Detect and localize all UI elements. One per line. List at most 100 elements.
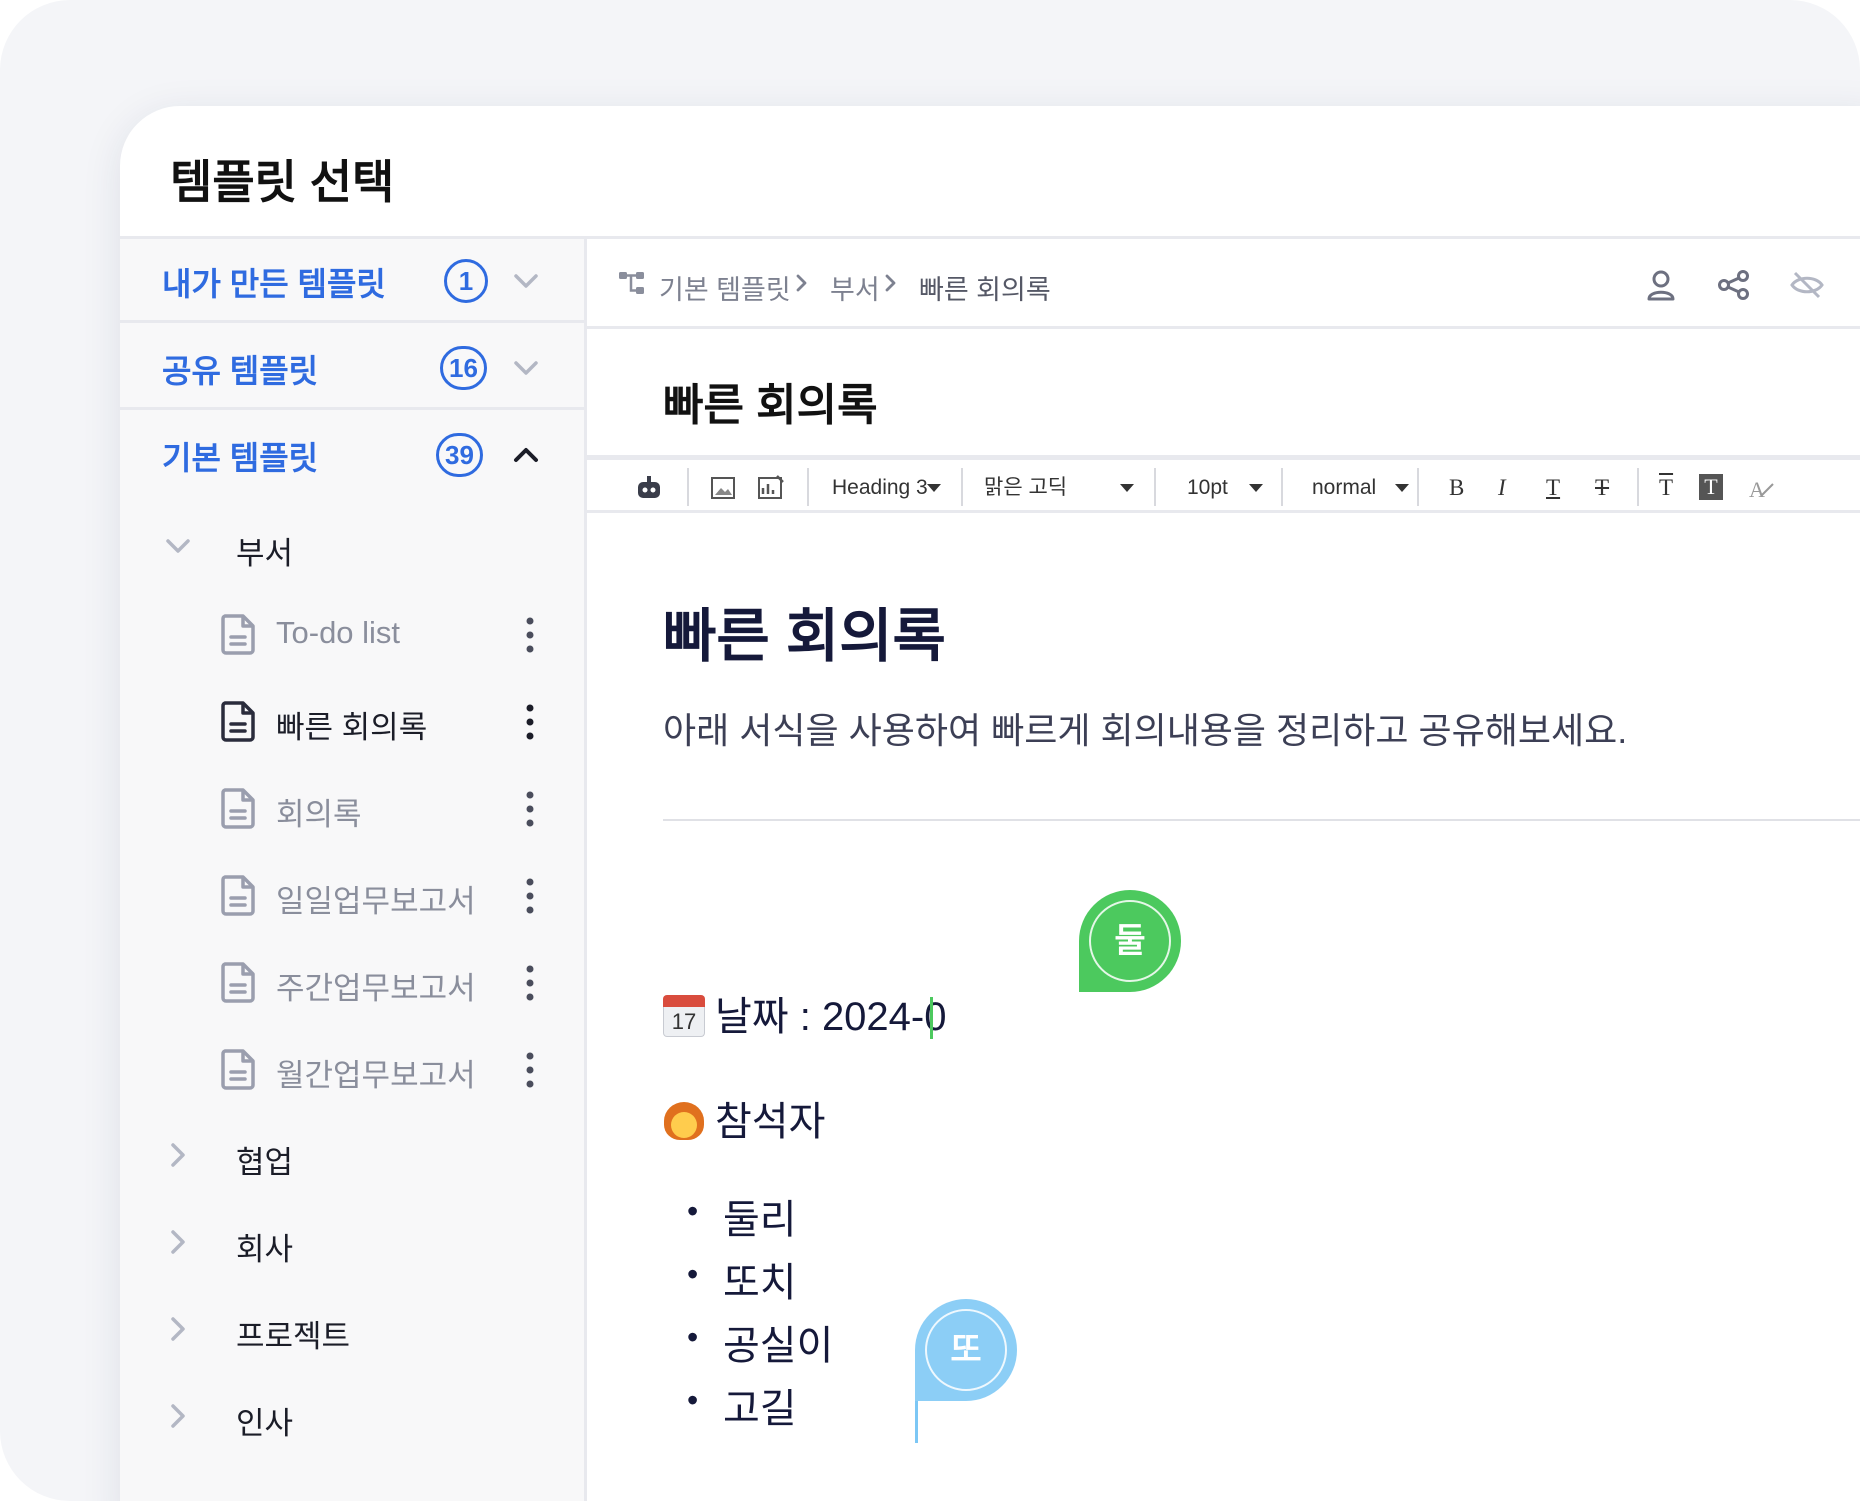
count-badge: 1 [444, 259, 488, 303]
more-options-icon[interactable] [520, 1050, 540, 1090]
section-basic-templates[interactable]: 기본 템플릿 39 [120, 413, 584, 497]
calendar-day: 17 [671, 1009, 697, 1035]
underline-button[interactable]: T [1546, 470, 1560, 506]
section-label: 기본 템플릿 [162, 440, 319, 476]
folder-label: 인사 [236, 1406, 294, 1441]
document-icon [221, 614, 255, 655]
image-icon[interactable] [710, 470, 736, 506]
list-item[interactable]: 둘리 [687, 1187, 797, 1245]
date-line[interactable]: 17 날짜 : 2024-0 [663, 984, 947, 1042]
template-label: 빠른 회의록 [276, 710, 428, 745]
document-title: 빠른 회의록 [663, 381, 878, 430]
caret-down-icon [927, 484, 941, 492]
document-icon [221, 701, 255, 742]
folder-hr[interactable]: 인사 [160, 1386, 560, 1446]
folder-collaboration[interactable]: 협업 [160, 1125, 560, 1185]
ai-bot-icon[interactable] [635, 470, 663, 506]
count-badge: 39 [436, 433, 483, 477]
template-item-monthly-report[interactable]: 월간업무보고서 [220, 1038, 570, 1098]
italic-button[interactable]: I [1498, 470, 1506, 506]
template-label: 회의록 [276, 797, 362, 832]
template-select-window: 템플릿 선택 내가 만든 템플릿 1 공유 템플릿 16 기본 템플릿 39 부… [120, 106, 1860, 1501]
collaborator-caret [915, 1401, 918, 1443]
person-icon [663, 1100, 705, 1142]
template-label: 월간업무보고서 [276, 1058, 476, 1093]
template-label: 일일업무보고서 [276, 884, 476, 919]
attendees-heading: 참석자 [663, 1089, 825, 1147]
collaborator-initial: 또 [925, 1309, 1007, 1391]
editor-description: 아래 서식을 사용하여 빠르게 회의내용을 정리하고 공유해보세요. [663, 710, 1628, 751]
chevron-down-icon[interactable] [508, 263, 544, 299]
more-options-icon[interactable] [520, 876, 540, 916]
editor-toolbar: Heading 3 맑은 고딕 10pt normal B I T T T T … [587, 455, 1860, 513]
template-label: To-do list [276, 615, 401, 650]
template-item-minutes[interactable]: 회의록 [220, 777, 570, 837]
date-text: 날짜 : 2024-0 [715, 995, 947, 1039]
bold-button[interactable]: B [1449, 470, 1464, 506]
list-item[interactable]: 고길 [687, 1376, 797, 1434]
document-icon [221, 962, 255, 1003]
chevron-up-icon[interactable] [508, 437, 544, 473]
svg-text:A: A [1749, 477, 1765, 502]
clear-format-icon[interactable]: A [1747, 470, 1775, 506]
template-item-todo[interactable]: To-do list [220, 603, 570, 663]
chevron-right-icon [796, 274, 807, 292]
more-options-icon[interactable] [520, 789, 540, 829]
folder-project[interactable]: 프로젝트 [160, 1299, 560, 1359]
template-item-daily-report[interactable]: 일일업무보고서 [220, 864, 570, 924]
breadcrumb-item[interactable]: 부서 [830, 268, 880, 307]
highlight-button[interactable]: T [1699, 474, 1723, 500]
folder-company[interactable]: 회사 [160, 1212, 560, 1272]
font-select[interactable]: 맑은 고딕 [984, 470, 1067, 506]
document-icon [221, 875, 255, 916]
list-item[interactable]: 또치 [687, 1250, 797, 1308]
caret-down-icon [1395, 484, 1409, 492]
template-item-weekly-report[interactable]: 주간업무보고서 [220, 951, 570, 1011]
template-label: 주간업무보고서 [276, 971, 476, 1006]
more-options-icon[interactable] [520, 702, 540, 742]
share-icon[interactable] [1716, 267, 1752, 303]
hide-icon[interactable] [1789, 267, 1825, 303]
toolbar-separator [1281, 468, 1283, 506]
template-item-quick-minutes[interactable]: 빠른 회의록 [220, 690, 570, 750]
breadcrumb-item[interactable]: 기본 템플릿 [659, 268, 791, 307]
user-icon[interactable] [1643, 267, 1679, 303]
spacing-select[interactable]: normal [1312, 470, 1376, 506]
caret-down-icon [1249, 484, 1263, 492]
collaborator-cursor: 둘 [1079, 890, 1181, 992]
chevron-down-icon [166, 539, 190, 553]
count-badge: 16 [440, 346, 487, 390]
toolbar-separator [1154, 468, 1156, 506]
section-shared-templates[interactable]: 공유 템플릿 16 [120, 326, 584, 410]
toolbar-separator [1637, 468, 1639, 506]
section-label: 내가 만든 템플릿 [162, 266, 386, 302]
section-my-templates[interactable]: 내가 만든 템플릿 1 [120, 239, 584, 323]
more-options-icon[interactable] [520, 615, 540, 655]
folder-label: 프로젝트 [236, 1319, 351, 1354]
chevron-right-icon [171, 1317, 185, 1341]
collaborator-initial: 둘 [1089, 900, 1171, 982]
folder-label: 회사 [236, 1232, 294, 1267]
folder-department[interactable]: 부서 [160, 516, 560, 576]
font-size-select[interactable]: 10pt [1187, 470, 1228, 506]
chevron-right-icon [171, 1230, 185, 1254]
section-label: 공유 템플릿 [162, 353, 319, 389]
toolbar-separator [807, 468, 809, 506]
editor-heading: 빠른 회의록 [663, 604, 946, 669]
text-color-button[interactable]: T [1659, 470, 1673, 506]
chevron-right-icon [171, 1404, 185, 1428]
chart-icon[interactable] [757, 470, 785, 506]
document-icon [221, 788, 255, 829]
list-item[interactable]: 공실이 [687, 1313, 833, 1371]
toolbar-separator [961, 468, 963, 506]
horizontal-rule [663, 819, 1860, 821]
template-preview: 기본 템플릿 부서 빠른 회의록 빠른 회의록 Heading 3 맑은 고딕 … [587, 239, 1860, 1501]
strikethrough-button[interactable]: T [1595, 470, 1609, 506]
attendees-label: 참석자 [715, 1100, 826, 1144]
more-options-icon[interactable] [520, 963, 540, 1003]
heading-select[interactable]: Heading 3 [832, 470, 928, 506]
toolbar-separator [1417, 468, 1419, 506]
breadcrumb: 기본 템플릿 부서 빠른 회의록 [587, 239, 1860, 329]
document-icon [221, 1049, 255, 1090]
chevron-down-icon[interactable] [508, 350, 544, 386]
